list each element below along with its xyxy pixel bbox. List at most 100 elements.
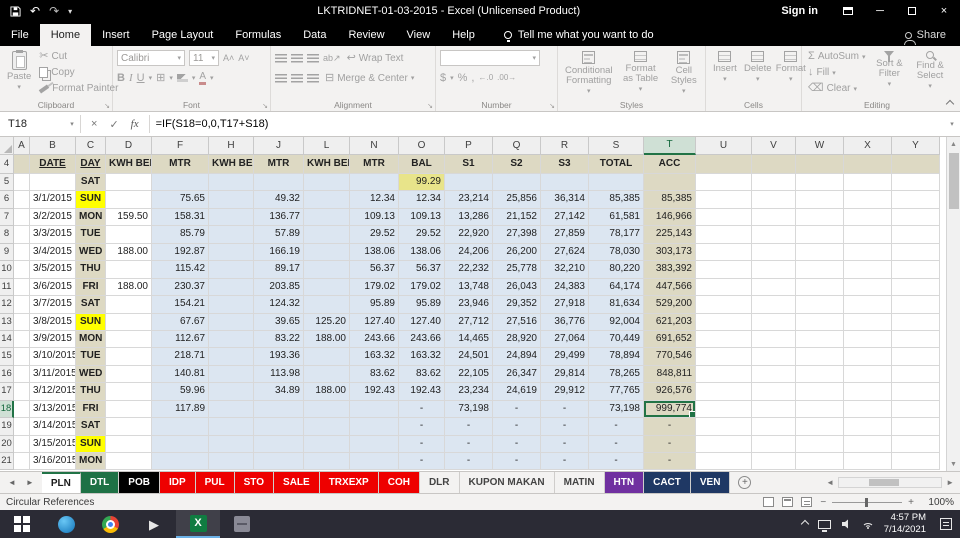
cell-H20[interactable] bbox=[209, 435, 254, 453]
format-painter-button[interactable]: Format Painter bbox=[37, 81, 120, 96]
cell-H11[interactable] bbox=[209, 278, 254, 297]
volume-icon[interactable] bbox=[841, 519, 852, 529]
row-header-20[interactable]: 20 bbox=[0, 435, 14, 453]
cell-U4[interactable] bbox=[696, 155, 752, 174]
cell-A20[interactable] bbox=[14, 435, 30, 453]
cell-O16[interactable]: 83.62 bbox=[399, 365, 445, 384]
cell-R15[interactable]: 29,499 bbox=[541, 348, 589, 366]
cell-V15[interactable] bbox=[752, 348, 796, 366]
cell-J12[interactable]: 124.32 bbox=[254, 296, 304, 314]
zoom-track[interactable] bbox=[832, 497, 903, 507]
cell-T11[interactable]: 447,566 bbox=[644, 278, 696, 297]
align-top-button[interactable] bbox=[275, 53, 287, 63]
vertical-scroll-thumb[interactable] bbox=[948, 153, 959, 209]
cell-Y20[interactable] bbox=[892, 435, 940, 453]
increase-decimal-button[interactable]: ←.0 bbox=[478, 74, 493, 82]
cell-Q15[interactable]: 24,894 bbox=[493, 348, 541, 366]
cell-N10[interactable]: 56.37 bbox=[350, 261, 399, 279]
taskbar-app-button[interactable] bbox=[220, 510, 264, 538]
cell-F9[interactable]: 192.87 bbox=[152, 243, 209, 262]
cell-C14[interactable]: MON bbox=[76, 330, 106, 349]
cell-D15[interactable] bbox=[106, 348, 152, 366]
ribbon-tab-view[interactable]: View bbox=[396, 24, 442, 46]
cell-H17[interactable] bbox=[209, 383, 254, 401]
col-header-S[interactable]: S bbox=[589, 137, 644, 155]
row-header-19[interactable]: 19 bbox=[0, 418, 14, 436]
zoom-in-icon[interactable]: + bbox=[908, 497, 914, 508]
cell-S9[interactable]: 78,030 bbox=[589, 243, 644, 262]
cell-O14[interactable]: 243.66 bbox=[399, 330, 445, 349]
cell-O13[interactable]: 127.40 bbox=[399, 313, 445, 331]
alignment-dialog-launcher[interactable]: ↘ bbox=[427, 102, 433, 110]
cell-Q19[interactable]: - bbox=[493, 418, 541, 436]
col-header-W[interactable]: W bbox=[796, 137, 844, 155]
align-bottom-button[interactable] bbox=[307, 53, 319, 63]
underline-dropdown-icon[interactable]: ▾ bbox=[149, 74, 153, 82]
taskbar-clock[interactable]: 4:57 PM 7/14/2021 bbox=[884, 512, 926, 536]
cell-S15[interactable]: 78,894 bbox=[589, 348, 644, 366]
col-header-O[interactable]: O bbox=[399, 137, 445, 155]
cell-O18[interactable]: - bbox=[399, 400, 445, 419]
network-icon[interactable] bbox=[862, 519, 874, 529]
sheet-tab-sale[interactable]: SALE bbox=[274, 472, 320, 493]
cell-X11[interactable] bbox=[844, 278, 892, 297]
row-header-10[interactable]: 10 bbox=[0, 261, 14, 279]
horizontal-scroll-thumb[interactable] bbox=[869, 479, 900, 486]
clear-button[interactable]: ⌫ Clear ▾ bbox=[806, 81, 867, 96]
cell-Q18[interactable]: - bbox=[493, 400, 541, 419]
cell-T19[interactable]: - bbox=[644, 418, 696, 436]
cell-V12[interactable] bbox=[752, 296, 796, 314]
col-header-Y[interactable]: Y bbox=[892, 137, 940, 155]
cell-H19[interactable] bbox=[209, 418, 254, 436]
cell-O4[interactable]: BAL bbox=[399, 155, 445, 174]
cell-T6[interactable]: 85,385 bbox=[644, 191, 696, 209]
cell-L18[interactable] bbox=[304, 400, 350, 419]
name-box[interactable]: T18 bbox=[0, 112, 64, 136]
cell-Q9[interactable]: 26,200 bbox=[493, 243, 541, 262]
cell-C10[interactable]: THU bbox=[76, 261, 106, 279]
cell-J5[interactable] bbox=[254, 174, 304, 192]
row-header-8[interactable]: 8 bbox=[0, 226, 14, 244]
cell-N11[interactable]: 179.02 bbox=[350, 278, 399, 297]
cell-Y9[interactable] bbox=[892, 243, 940, 262]
cell-X14[interactable] bbox=[844, 330, 892, 349]
cell-X20[interactable] bbox=[844, 435, 892, 453]
cell-B9[interactable]: 3/4/2015 bbox=[30, 243, 76, 262]
cell-B19[interactable]: 3/14/2015 bbox=[30, 418, 76, 436]
cell-O8[interactable]: 29.52 bbox=[399, 226, 445, 244]
cell-X5[interactable] bbox=[844, 174, 892, 192]
cell-N4[interactable]: MTR bbox=[350, 155, 399, 174]
cell-S11[interactable]: 64,174 bbox=[589, 278, 644, 297]
cell-X6[interactable] bbox=[844, 191, 892, 209]
cell-L19[interactable] bbox=[304, 418, 350, 436]
cell-N12[interactable]: 95.89 bbox=[350, 296, 399, 314]
cell-R13[interactable]: 36,776 bbox=[541, 313, 589, 331]
font-dialog-launcher[interactable]: ↘ bbox=[262, 102, 268, 110]
cell-F10[interactable]: 115.42 bbox=[152, 261, 209, 279]
insert-cells-button[interactable]: Insert ▾ bbox=[710, 49, 740, 98]
cell-H12[interactable] bbox=[209, 296, 254, 314]
cell-H14[interactable] bbox=[209, 330, 254, 349]
orientation-button[interactable]: ab↗ bbox=[323, 53, 341, 63]
row-header-18[interactable]: 18 bbox=[0, 400, 14, 419]
cell-A19[interactable] bbox=[14, 418, 30, 436]
cell-V11[interactable] bbox=[752, 278, 796, 297]
bold-button[interactable]: B bbox=[117, 72, 125, 84]
cell-N18[interactable] bbox=[350, 400, 399, 419]
cut-button[interactable]: ✂ Cut bbox=[37, 49, 120, 64]
cell-N13[interactable]: 127.40 bbox=[350, 313, 399, 331]
col-header-H[interactable]: H bbox=[209, 137, 254, 155]
cell-B7[interactable]: 3/2/2015 bbox=[30, 208, 76, 227]
cell-D4[interactable]: KWH BELI bbox=[106, 155, 152, 174]
cell-T8[interactable]: 225,143 bbox=[644, 226, 696, 244]
sheet-tab-pln[interactable]: PLN bbox=[41, 472, 81, 493]
sign-in-button[interactable]: Sign in bbox=[767, 5, 832, 17]
row-header-4[interactable]: 4 bbox=[0, 155, 14, 174]
cell-P20[interactable]: - bbox=[445, 435, 493, 453]
cell-V21[interactable] bbox=[752, 453, 796, 471]
zoom-thumb[interactable] bbox=[865, 497, 869, 507]
cell-Y13[interactable] bbox=[892, 313, 940, 331]
align-middle-button[interactable] bbox=[291, 53, 303, 63]
align-right-button[interactable] bbox=[307, 73, 319, 83]
col-header-Q[interactable]: Q bbox=[493, 137, 541, 155]
